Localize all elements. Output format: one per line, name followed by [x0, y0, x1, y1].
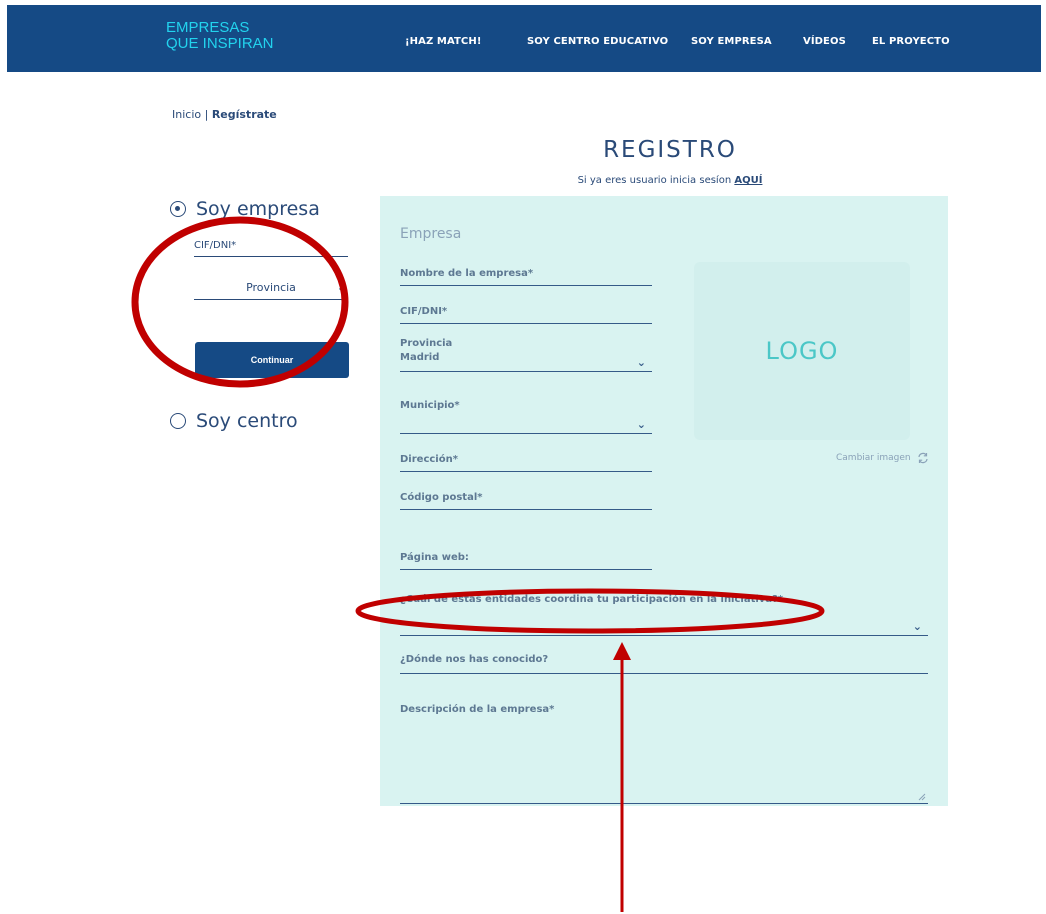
nombre-empresa-field[interactable]: Nombre de la empresa*: [400, 268, 652, 286]
descripcion-textarea[interactable]: Descripción de la empresa*: [400, 704, 928, 804]
left-provincia-select[interactable]: Provincia ⌄: [194, 281, 348, 300]
conocido-label: ¿Dónde nos has conocido?: [400, 654, 549, 665]
breadcrumb-current: Regístrate: [211, 108, 277, 121]
radio-soy-centro[interactable]: Soy centro: [170, 410, 298, 432]
radio-soy-centro-label: Soy centro: [196, 410, 298, 432]
descripcion-label: Descripción de la empresa*: [400, 704, 555, 715]
radio-checked-icon[interactable]: [170, 201, 186, 217]
direccion-label: Dirección*: [400, 454, 458, 465]
pagina-web-label: Página web:: [400, 552, 469, 563]
brand-line-1: EMPRESAS: [166, 19, 250, 36]
provincia-select[interactable]: Provincia Madrid ⌄: [400, 338, 652, 372]
left-provincia-value: Provincia: [246, 281, 296, 294]
codigo-postal-field[interactable]: Código postal*: [400, 492, 652, 510]
municipio-select[interactable]: Municipio* ⌄: [400, 400, 652, 434]
direccion-field[interactable]: Dirección*: [400, 454, 652, 472]
form-section-title: Empresa: [400, 226, 462, 242]
brand-logo[interactable]: EMPRESAS QUE INSPIRAN: [166, 20, 274, 52]
refresh-icon: [917, 452, 928, 464]
codigo-postal-label: Código postal*: [400, 492, 483, 503]
entidades-label: ¿Cuál de estas entidades coordina tu par…: [400, 594, 784, 605]
chevron-down-icon: ⌄: [636, 418, 646, 431]
left-cif-field[interactable]: CIF/DNI*: [194, 240, 348, 257]
cambiar-imagen-link[interactable]: Cambiar imagen: [836, 452, 929, 464]
login-prompt: Si ya eres usuario inicia sesíon AQUÍ: [540, 175, 800, 186]
entidades-select[interactable]: ¿Cuál de estas entidades coordina tu par…: [400, 594, 928, 636]
cif-label: CIF/DNI*: [400, 306, 448, 317]
pagina-web-field[interactable]: Página web:: [400, 552, 652, 570]
page-title: REGISTRO: [603, 137, 737, 163]
cif-field[interactable]: CIF/DNI*: [400, 306, 652, 324]
radio-soy-empresa[interactable]: Soy empresa: [170, 198, 320, 220]
breadcrumb: Inicio | Regístrate: [172, 108, 277, 121]
resize-handle-icon[interactable]: [918, 793, 926, 801]
nav-videos[interactable]: VÍDEOS: [803, 36, 846, 47]
nav-soy-centro-educativo[interactable]: SOY CENTRO EDUCATIVO: [527, 36, 668, 47]
cambiar-imagen-label: Cambiar imagen: [836, 453, 911, 463]
nombre-empresa-label: Nombre de la empresa*: [400, 268, 534, 279]
conocido-field[interactable]: ¿Dónde nos has conocido?: [400, 654, 928, 674]
nav-el-proyecto[interactable]: EL PROYECTO: [872, 36, 950, 47]
breadcrumb-home[interactable]: Inicio: [172, 108, 201, 121]
radio-soy-empresa-label: Soy empresa: [196, 198, 320, 220]
registration-form-panel: Empresa Nombre de la empresa* CIF/DNI* P…: [380, 196, 948, 806]
left-cif-label: CIF/DNI*: [194, 240, 237, 251]
radio-unchecked-icon[interactable]: [170, 413, 186, 429]
municipio-label: Municipio*: [400, 400, 460, 411]
login-prompt-text: Si ya eres usuario inicia sesíon: [577, 175, 735, 186]
provincia-label: Provincia: [400, 338, 453, 349]
login-link[interactable]: AQUÍ: [734, 175, 762, 186]
continue-button[interactable]: Continuar: [195, 342, 349, 378]
chevron-down-icon: ⌄: [636, 356, 646, 369]
logo-upload-box[interactable]: LOGO: [694, 262, 910, 440]
chevron-down-icon: ⌄: [912, 620, 922, 633]
breadcrumb-separator: |: [201, 108, 212, 121]
brand-line-2: QUE INSPIRAN: [166, 35, 274, 52]
chevron-down-icon: ⌄: [336, 281, 346, 294]
provincia-value: Madrid: [400, 352, 440, 363]
nav-haz-match[interactable]: ¡HAZ MATCH!: [405, 36, 482, 47]
logo-placeholder-text: LOGO: [765, 337, 839, 365]
nav-soy-empresa[interactable]: SOY EMPRESA: [691, 36, 772, 47]
